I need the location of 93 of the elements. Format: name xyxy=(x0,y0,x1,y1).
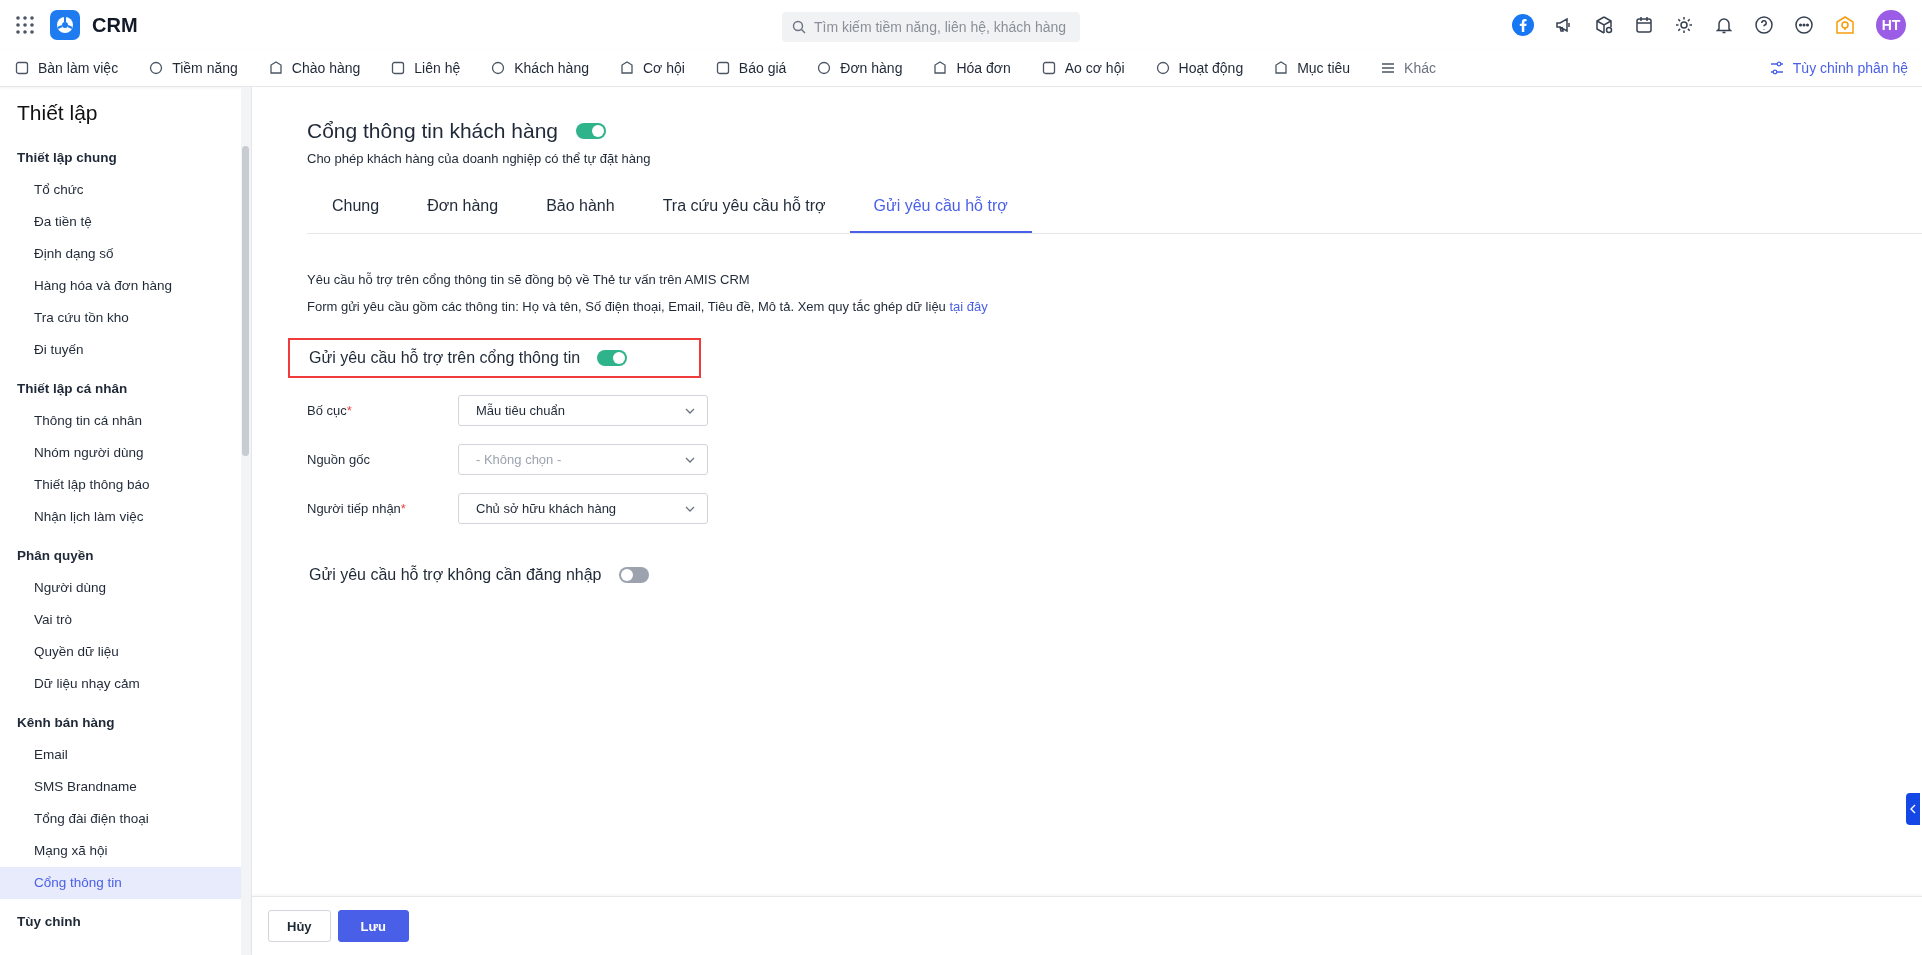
sidebar-item[interactable]: Nhận lịch làm việc xyxy=(0,501,241,533)
nav-tab[interactable]: Hóa đơn xyxy=(932,60,1011,76)
tab[interactable]: Gửi yêu cầu hỗ trợ xyxy=(849,182,1032,233)
info-text: Yêu cầu hỗ trợ trên cổng thông tin sẽ đồng bộ về Thẻ tư vấn trên AMIS CRM xyxy=(307,272,751,287)
package-search-icon[interactable] xyxy=(1594,15,1614,35)
crm-logo-icon xyxy=(50,10,80,40)
sidebar-item[interactable]: Thông tin cá nhân xyxy=(0,405,241,437)
sidebar-item[interactable]: Người dùng xyxy=(0,572,241,604)
cancel-button[interactable]: Hủy xyxy=(268,910,331,942)
nav-tab[interactable]: Tiềm năng xyxy=(148,60,238,76)
sidebar-group-heading: Thiết lập chung xyxy=(16,149,118,167)
nav-tab[interactable]: Ao cơ hội xyxy=(1040,60,1125,76)
tab[interactable]: Đơn hàng xyxy=(403,182,523,233)
module-icon xyxy=(1273,60,1290,76)
help-icon[interactable] xyxy=(1754,15,1774,35)
field-label: Người tiếp nhận* xyxy=(307,501,407,516)
dropdown-field[interactable]: Mẫu tiêu chuẩn xyxy=(458,395,708,426)
sidebar-title: Thiết lập xyxy=(16,100,99,126)
sidebar-group-heading: Kênh bán hàng xyxy=(16,714,116,732)
nav-tab[interactable]: Chào hàng xyxy=(267,60,361,76)
customize-modules-link[interactable]: Tùy chỉnh phân hệ xyxy=(1768,60,1908,76)
nav-tab[interactable]: Đơn hàng xyxy=(816,60,903,76)
module-icon xyxy=(267,60,284,76)
facebook-icon[interactable] xyxy=(1512,14,1534,36)
sidebar-item[interactable]: Tổng đài điện thoại xyxy=(0,803,241,835)
sidebar-item[interactable]: Tra cứu tồn kho xyxy=(0,302,241,334)
sidebar-item[interactable]: Thiết lập thông báo xyxy=(0,469,241,501)
dropdown-field[interactable]: Chủ sở hữu khách hàng xyxy=(458,493,708,524)
save-button[interactable]: Lưu xyxy=(337,910,409,942)
sliders-icon xyxy=(1768,60,1785,76)
nav-tab[interactable]: Cơ hội xyxy=(618,60,685,76)
field-label: Nguồn gốc xyxy=(307,452,371,467)
nav-tab[interactable]: Mục tiêu xyxy=(1273,60,1351,76)
page-subtitle: Cho phép khách hàng của doanh nghiệp có thể tự đặt hàng xyxy=(307,151,652,166)
app-name: CRM xyxy=(92,13,138,37)
search-icon xyxy=(792,20,806,34)
module-icon xyxy=(14,60,30,76)
sidebar-item[interactable]: Quyền dữ liệu xyxy=(0,636,241,668)
menu-icon xyxy=(1380,60,1397,76)
module-icon xyxy=(932,60,949,76)
calendar-icon[interactable] xyxy=(1634,15,1654,35)
module-icon xyxy=(390,60,407,76)
sidebar-item[interactable]: Email xyxy=(0,739,241,771)
sidebar-item[interactable]: Định dạng số xyxy=(0,238,241,270)
sidebar-item[interactable]: Đi tuyến xyxy=(0,334,241,366)
module-icon xyxy=(490,60,507,76)
bell-icon[interactable] xyxy=(1714,15,1734,35)
section-label: Gửi yêu cầu hỗ trợ trên cổng thông tin xyxy=(309,349,581,367)
module-icon xyxy=(618,60,635,76)
chevron-down-icon xyxy=(685,505,695,512)
module-icon xyxy=(1154,60,1171,76)
nav-tab[interactable]: Khách hàng xyxy=(490,60,589,76)
nav-tab[interactable]: Bàn làm việc xyxy=(14,60,119,76)
sidebar-group-heading: Tùy chỉnh xyxy=(16,913,82,931)
chevron-down-icon xyxy=(685,407,695,414)
collapse-handle[interactable] xyxy=(1906,793,1920,825)
page-title: Cổng thông tin khách hàng xyxy=(307,119,559,143)
info-text: Form gửi yêu cầu gồm các thông tin: Họ và tên, Số điện thoại, Email, Tiêu đề, Mô tả. Xem quy tắc ghép dữ liệu tại đây xyxy=(307,299,989,314)
toggle-switch[interactable] xyxy=(618,567,649,583)
sidebar-item[interactable]: Cổng thông tin xyxy=(0,867,241,899)
sidebar-group-heading: Thiết lập cá nhân xyxy=(16,380,129,398)
tab[interactable]: Tra cứu yêu cầu hỗ trợ xyxy=(638,182,850,233)
field-label: Bố cục* xyxy=(307,403,353,418)
module-icon xyxy=(1040,60,1057,76)
nav-tab[interactable]: Hoạt động xyxy=(1154,60,1244,76)
more-icon[interactable] xyxy=(1794,15,1814,35)
chevron-down-icon xyxy=(685,456,695,463)
chevron-left-icon xyxy=(1910,804,1916,814)
module-icon xyxy=(148,60,165,76)
sidebar-item[interactable]: Dữ liệu nhạy cảm xyxy=(0,668,241,700)
details-link[interactable]: tại đây xyxy=(949,299,988,314)
sidebar-item[interactable]: SMS Brandname xyxy=(0,771,241,803)
nav-tab[interactable]: Khác xyxy=(1380,60,1436,76)
sidebar-item[interactable]: Mạng xã hội xyxy=(0,835,241,867)
section-label: Gửi yêu cầu hỗ trợ không cần đăng nhập xyxy=(309,566,602,584)
apps-grid-icon[interactable] xyxy=(16,16,34,34)
sidebar-item[interactable]: Đa tiền tệ xyxy=(0,206,241,238)
scrollbar-thumb[interactable] xyxy=(242,146,249,456)
sidebar-item[interactable]: Hàng hóa và đơn hàng xyxy=(0,270,241,302)
toggle-switch[interactable] xyxy=(576,123,607,139)
user-avatar[interactable]: HT xyxy=(1876,10,1906,40)
toggle-switch[interactable] xyxy=(597,350,628,366)
tab[interactable]: Bảo hành xyxy=(522,182,639,233)
module-icon xyxy=(816,60,833,76)
sidebar-group-heading: Phân quyền xyxy=(16,547,95,565)
sidebar-item[interactable]: Tổ chức xyxy=(0,174,241,206)
tab[interactable]: Chung xyxy=(307,182,404,233)
search-field[interactable]: Tìm kiếm tiềm năng, liên hệ, khách hàng xyxy=(782,12,1080,42)
module-icon xyxy=(714,60,731,76)
nav-tab[interactable]: Báo giá xyxy=(714,60,787,76)
sidebar-item[interactable]: Vai trò xyxy=(0,604,241,636)
sidebar-item[interactable]: Nhóm người dùng xyxy=(0,437,241,469)
nav-tab[interactable]: Liên hệ xyxy=(390,60,461,76)
